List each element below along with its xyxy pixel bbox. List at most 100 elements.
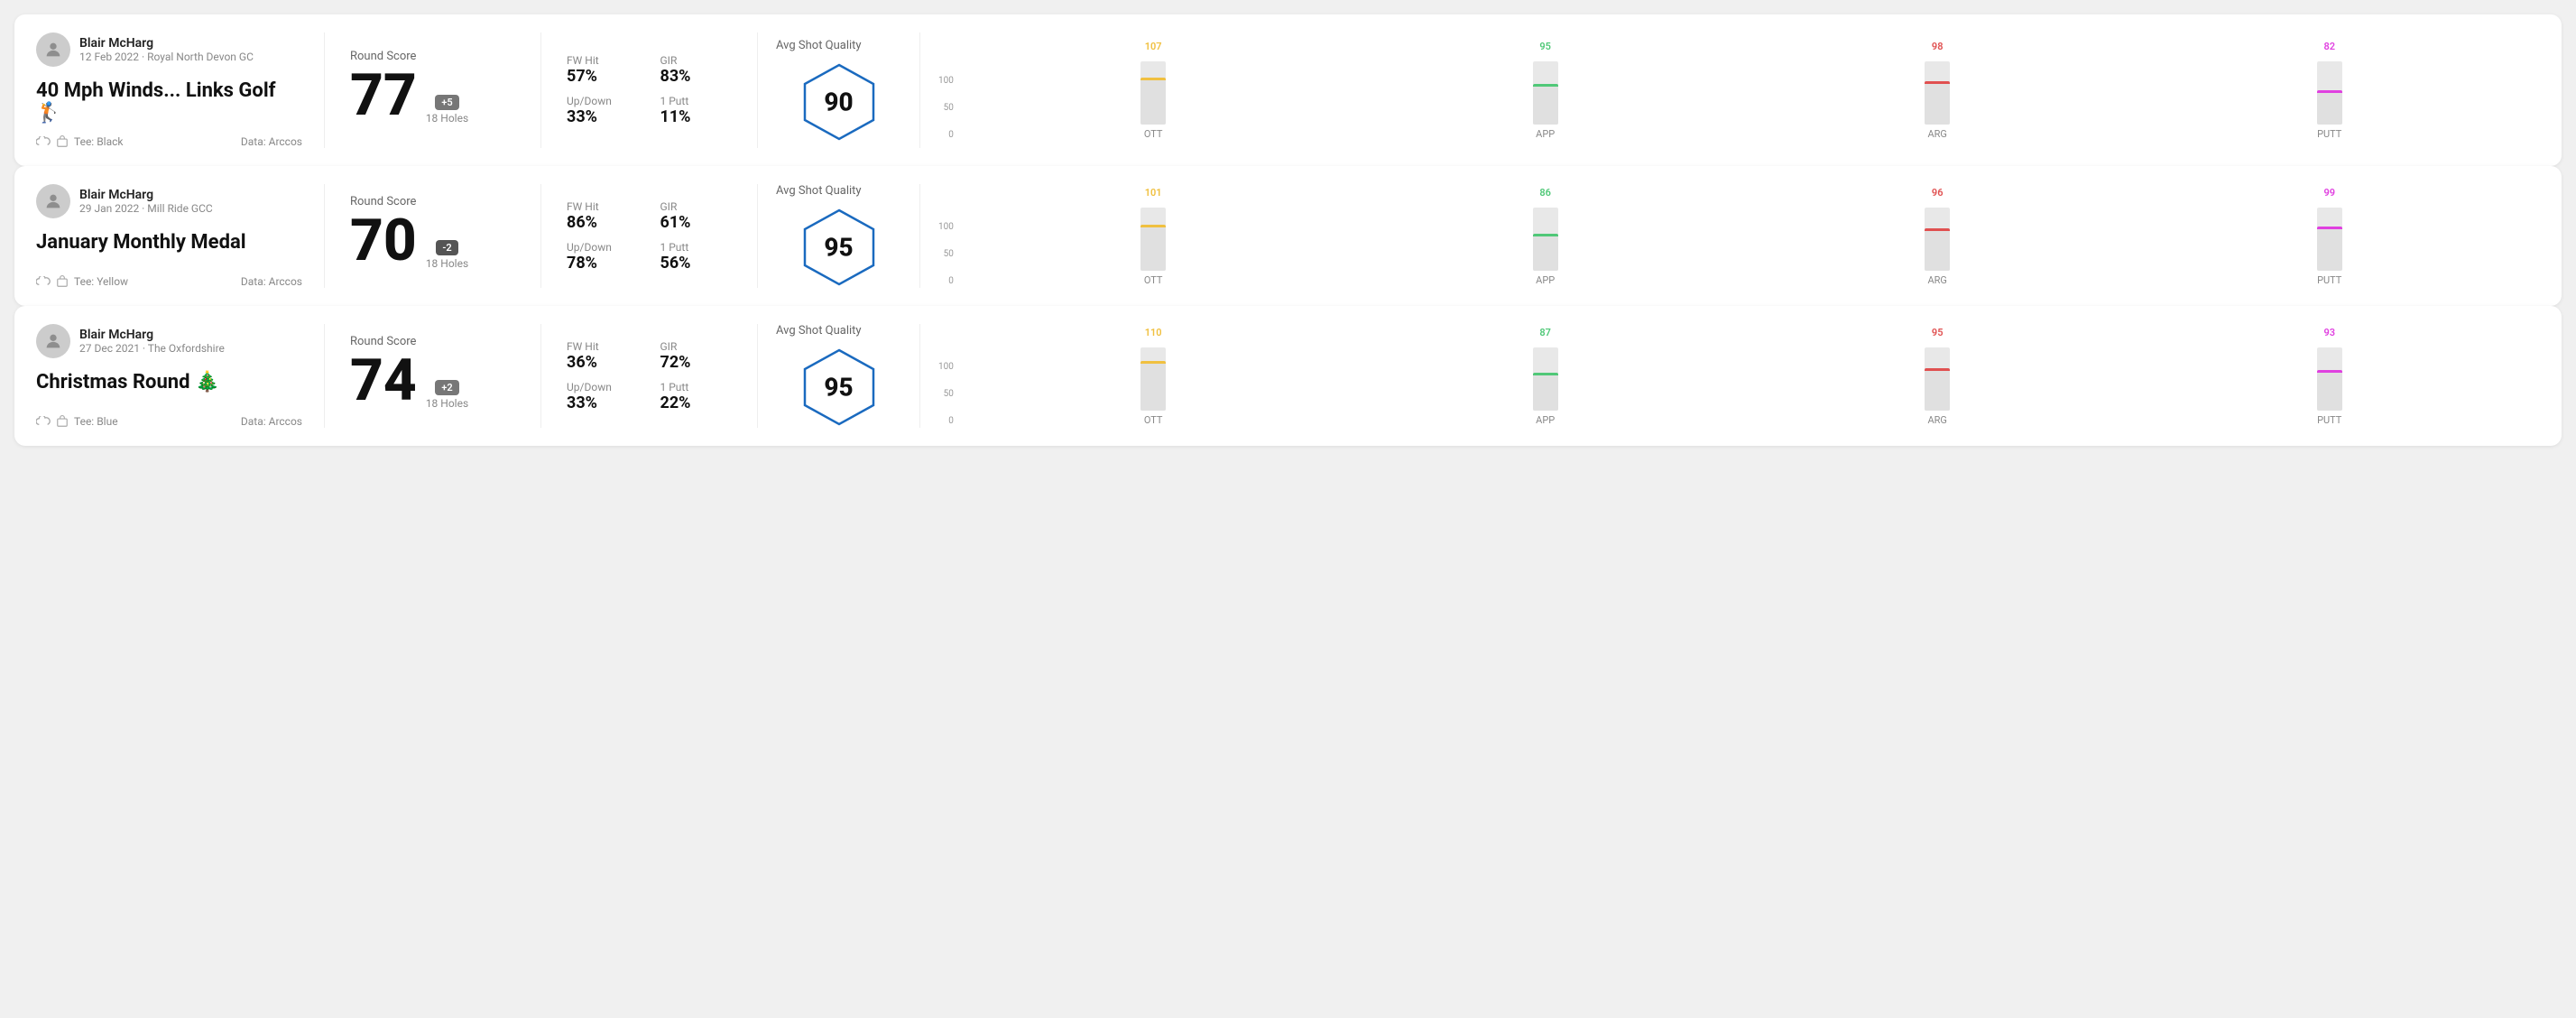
- chart-col-ott: 107OTT: [957, 41, 1350, 140]
- stat-oneputt-label: 1 Putt: [660, 241, 733, 254]
- chart-section: 100500101OTT86APP 96 ARG 99 PUTT: [920, 184, 2540, 288]
- y-axis-label: 50: [938, 390, 954, 399]
- chart-col-ott: 101OTT: [957, 187, 1350, 286]
- round-title: 40 Mph Winds... Links Golf 🏌: [36, 79, 302, 125]
- score-badge: -218 Holes: [426, 240, 468, 270]
- quality-label: Avg Shot Quality: [776, 324, 862, 338]
- avatar: [36, 324, 70, 358]
- user-name: Blair McHarg: [79, 328, 225, 342]
- chart-col-value: 99: [2323, 187, 2335, 199]
- stat-fw-hit-value: 57%: [567, 67, 639, 86]
- stat-updown: Up/Down33%: [567, 381, 639, 412]
- quality-section: Avg Shot Quality 90: [758, 32, 920, 148]
- stat-gir-label: GIR: [660, 54, 733, 67]
- round-card: Blair McHarg29 Jan 2022 · Mill Ride GCCJ…: [14, 166, 2562, 306]
- bar-top-line: [1140, 78, 1166, 80]
- bar-wrapper: [2133, 200, 2525, 271]
- bar-fill: [2317, 227, 2342, 271]
- y-axis: 100500: [938, 223, 957, 286]
- holes-label: 18 Holes: [426, 397, 468, 410]
- bar-top-line: [1533, 234, 1558, 236]
- score-value: 74: [350, 352, 417, 410]
- hexagon: 95: [799, 347, 880, 428]
- date-course: 29 Jan 2022 · Mill Ride GCC: [79, 202, 213, 215]
- stat-gir: GIR61%: [660, 200, 733, 232]
- bar-fill: [1925, 228, 1950, 271]
- stat-fw-hit-label: FW Hit: [567, 54, 639, 67]
- bar-chart: 101OTT86APP 96 ARG 99 PUTT: [957, 187, 2525, 286]
- data-source: Data: Arccos: [241, 135, 302, 148]
- chart-col-label: APP: [1536, 414, 1555, 426]
- y-axis-label: 0: [938, 277, 954, 286]
- tee-info: Tee: Black: [36, 135, 123, 148]
- bar-bg: [1140, 61, 1166, 125]
- hexagon-container: 90: [776, 61, 901, 143]
- stat-updown-label: Up/Down: [567, 95, 639, 107]
- chart-col-label: PUTT: [2317, 128, 2341, 140]
- bar-top-line: [1533, 84, 1558, 87]
- bar-top-line: [1925, 368, 1950, 371]
- date-course: 27 Dec 2021 · The Oxfordshire: [79, 342, 225, 355]
- y-axis-label: 50: [938, 104, 954, 113]
- hexagon-container: 95: [776, 347, 901, 428]
- bar-fill: [2317, 90, 2342, 125]
- stat-fw-hit: FW Hit86%: [567, 200, 639, 232]
- stat-fw-hit: FW Hit36%: [567, 340, 639, 372]
- bar-wrapper: [957, 200, 1350, 271]
- stat-oneputt: 1 Putt56%: [660, 241, 733, 273]
- cloud-icon: [36, 416, 51, 427]
- chart-col-value: 96: [1932, 187, 1944, 199]
- score-value: 77: [350, 67, 417, 125]
- bar-wrapper: [1741, 200, 2134, 271]
- stat-fw-hit: FW Hit57%: [567, 54, 639, 86]
- round-card: Blair McHarg12 Feb 2022 · Royal North De…: [14, 14, 2562, 166]
- chart-col-label: ARG: [1927, 274, 1946, 286]
- bottom-row: Tee: Black Data: Arccos: [36, 135, 302, 148]
- tee-info: Tee: Yellow: [36, 275, 128, 288]
- hexagon: 95: [799, 207, 880, 288]
- bar-fill: [1533, 84, 1558, 125]
- chart-col-label: PUTT: [2317, 414, 2341, 426]
- stat-oneputt: 1 Putt22%: [660, 381, 733, 412]
- chart-section: 100500110OTT87APP95ARG93PUTT: [920, 324, 2540, 428]
- y-axis-label: 0: [938, 131, 954, 140]
- stat-gir: GIR72%: [660, 340, 733, 372]
- bar-bg: [1140, 347, 1166, 411]
- data-source: Data: Arccos: [241, 275, 302, 288]
- stat-oneputt-value: 11%: [660, 107, 733, 126]
- round-score-section: Round Score70-218 Holes: [325, 184, 541, 288]
- stat-updown: Up/Down78%: [567, 241, 639, 273]
- y-axis-label: 100: [938, 77, 954, 86]
- date-course: 12 Feb 2022 · Royal North Devon GC: [79, 51, 254, 63]
- chart-with-axis: 100500107OTT95APP98ARG82PUTT: [938, 41, 2525, 140]
- round-score-section: Round Score77+518 Holes: [325, 32, 541, 148]
- score-badge: +218 Holes: [426, 380, 468, 410]
- quality-score: 95: [824, 233, 853, 263]
- quality-score: 90: [824, 87, 853, 116]
- quality-section: Avg Shot Quality 95: [758, 184, 920, 288]
- stats-section: FW Hit57%GIR83%Up/Down33%1 Putt11%: [541, 32, 758, 148]
- chart-col-value: 95: [1932, 327, 1944, 338]
- tee-label: Tee: Black: [74, 135, 123, 148]
- chart-col-label: APP: [1536, 274, 1555, 286]
- bar-bg: [1140, 208, 1166, 271]
- stats-section: FW Hit36% GIR72% Up/Down33% 1 Putt22%: [541, 324, 758, 428]
- round-score-section: Round Score74+218 Holes: [325, 324, 541, 428]
- score-badge: +518 Holes: [426, 95, 468, 125]
- bar-fill: [1533, 234, 1558, 271]
- quality-score: 95: [824, 373, 853, 403]
- user-name: Blair McHarg: [79, 188, 213, 202]
- chart-with-axis: 100500110OTT87APP95ARG93PUTT: [938, 327, 2525, 426]
- bar-bg: [1533, 208, 1558, 271]
- hexagon-container: 95: [776, 207, 901, 288]
- stat-updown-value: 33%: [567, 393, 639, 412]
- chart-col-value: 95: [1539, 41, 1551, 52]
- chart-col-app: 86APP: [1349, 187, 1741, 286]
- user-row: Blair McHarg27 Dec 2021 · The Oxfordshir…: [36, 324, 302, 358]
- stat-gir-value: 83%: [660, 67, 733, 86]
- stat-oneputt: 1 Putt11%: [660, 95, 733, 126]
- score-row: 74 +218 Holes: [350, 352, 515, 410]
- bar-fill: [1140, 225, 1166, 270]
- bar-wrapper: [2133, 340, 2525, 411]
- chart-col-label: PUTT: [2317, 274, 2341, 286]
